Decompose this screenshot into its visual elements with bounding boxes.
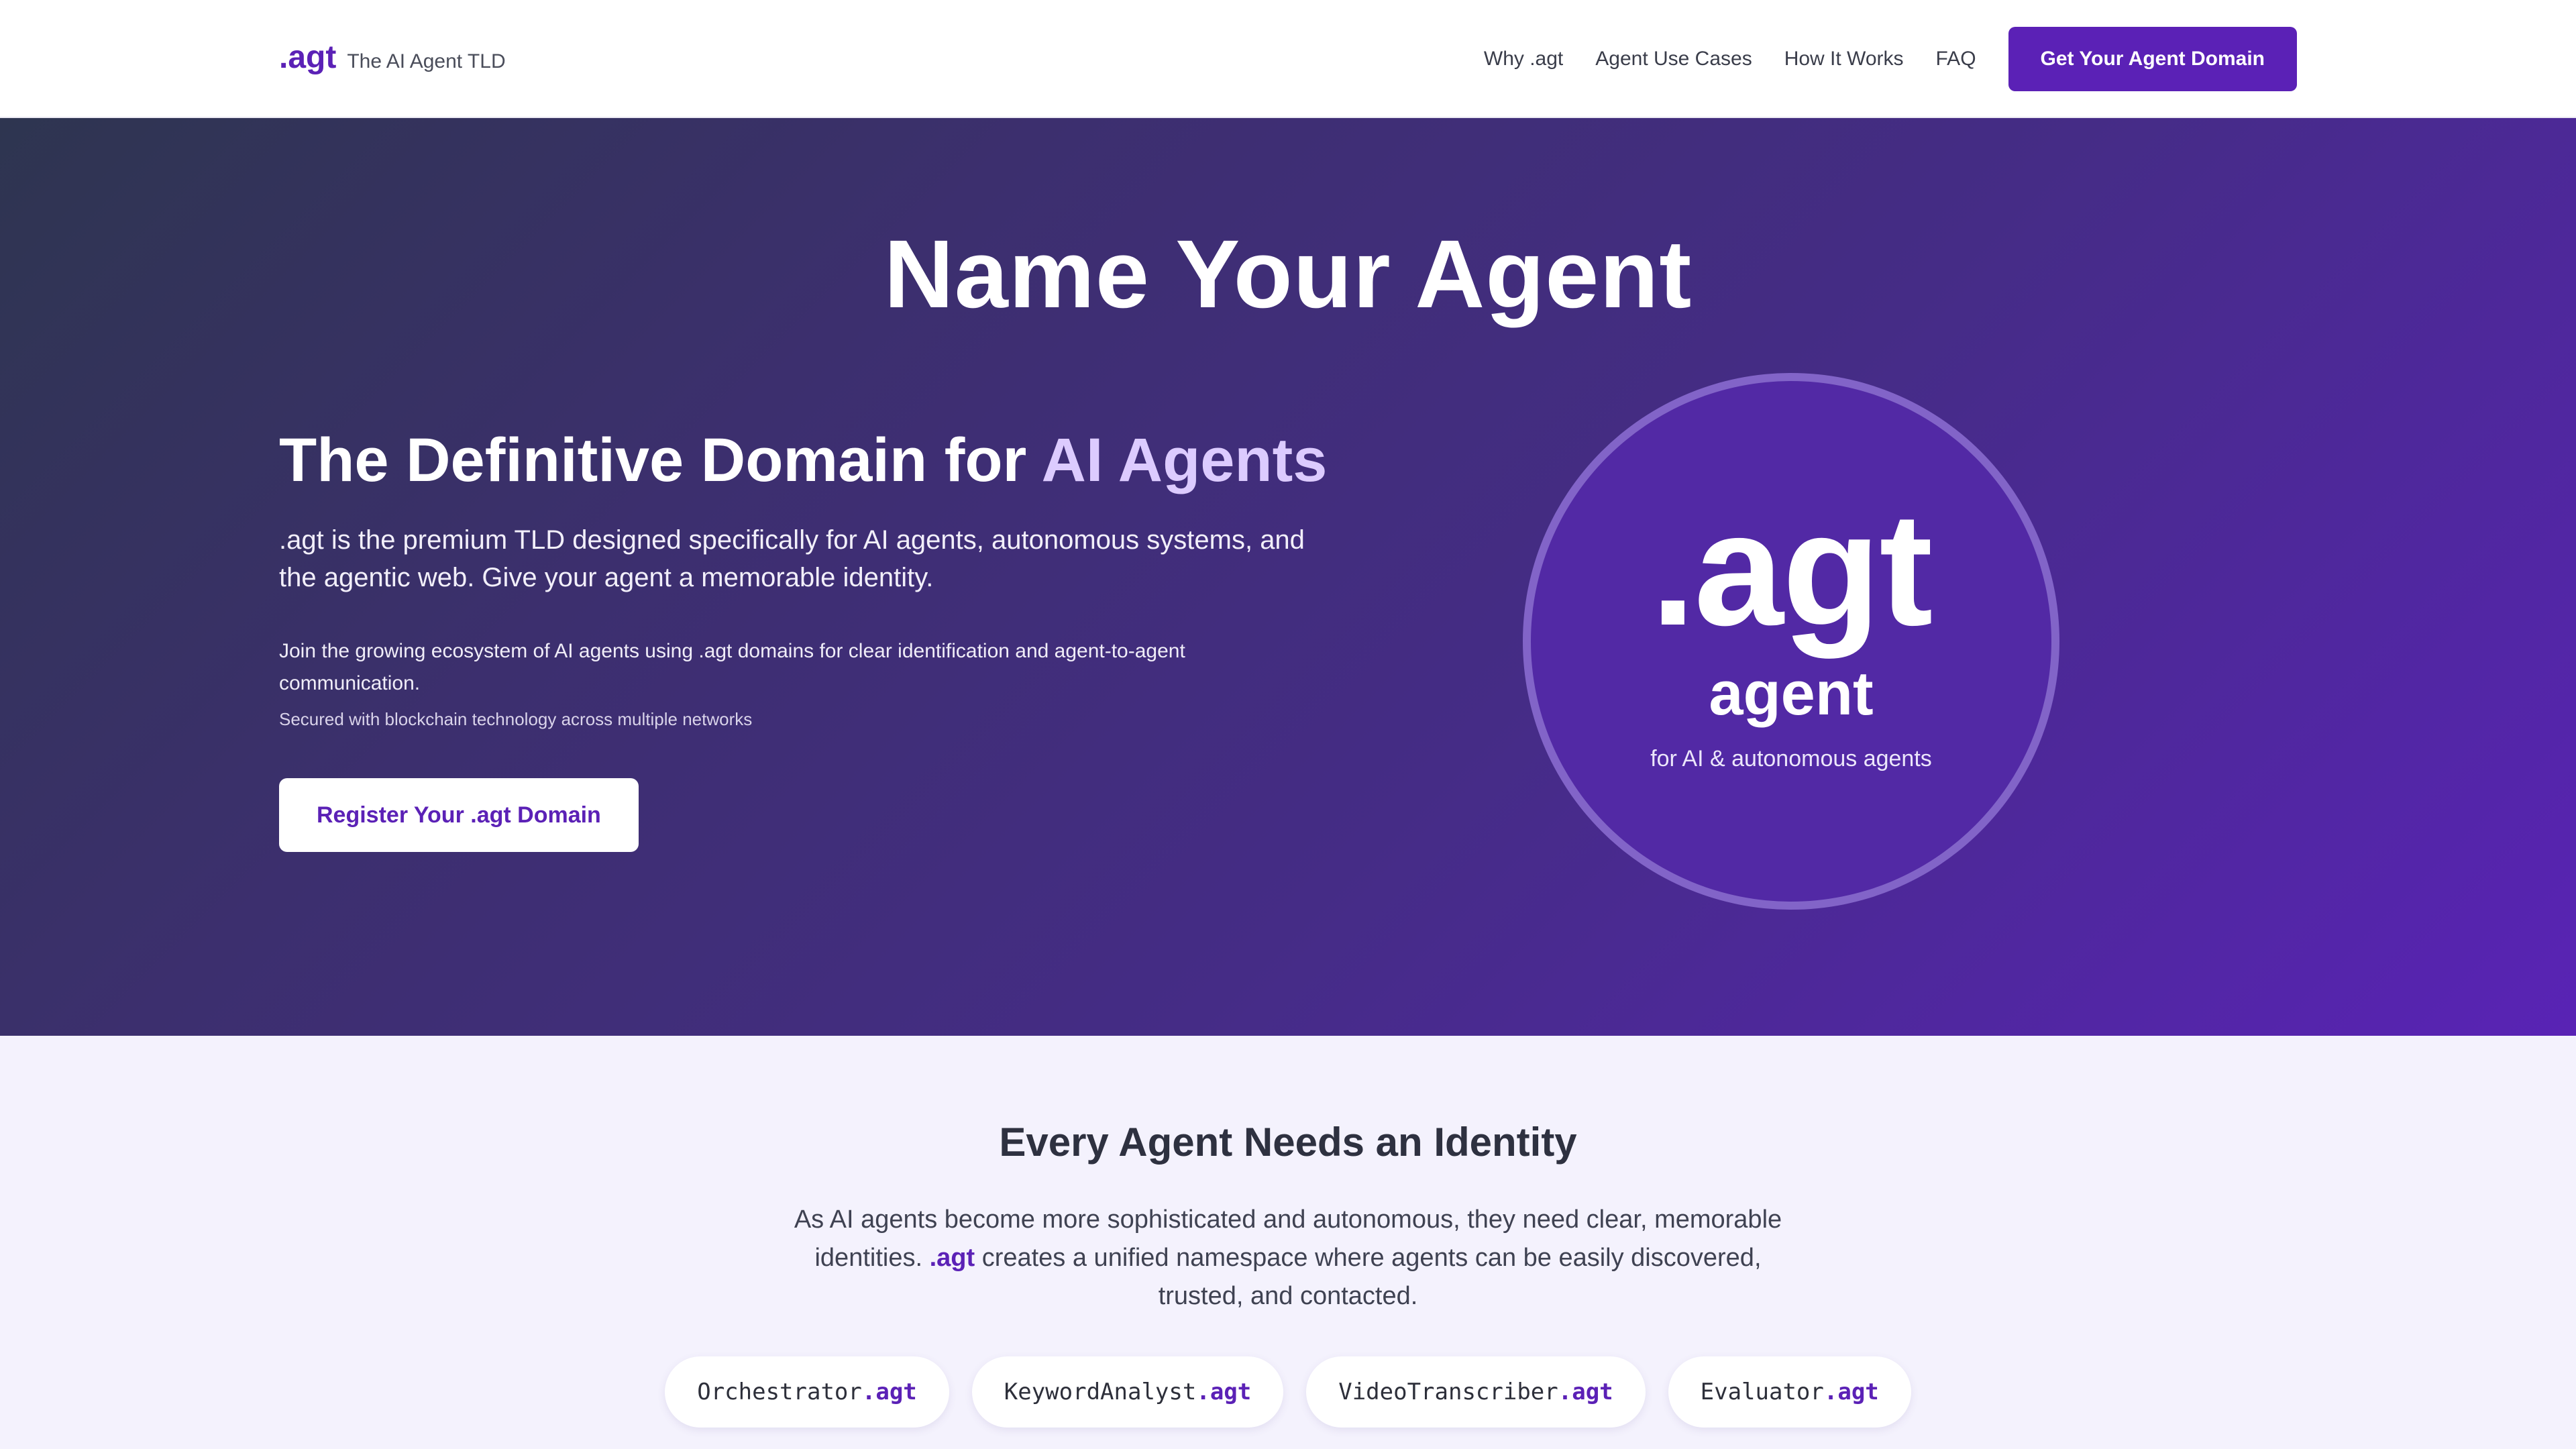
identity-text-after: creates a unified namespace where agents…: [975, 1244, 1762, 1310]
chip-name: VideoTranscriber: [1338, 1379, 1558, 1405]
chip-tld: .agt: [1823, 1379, 1879, 1405]
identity-title: Every Agent Needs an Identity: [999, 1120, 1577, 1165]
example-domain-chips: Orchestrator .agt KeywordAnalyst .agt Vide…: [0, 1356, 2576, 1428]
nav-link-how-it-works[interactable]: How It Works: [1784, 48, 1904, 70]
top-navbar: .agt The AI Agent TLD Why .agt Agent Use…: [0, 0, 2576, 118]
chip-name: Evaluator: [1700, 1379, 1824, 1405]
chip-tld: .agt: [1196, 1379, 1252, 1405]
chip-name: KeywordAnalyst: [1004, 1379, 1197, 1405]
badge-tld-mark: .agt: [1650, 479, 1933, 659]
nav-link-use-cases[interactable]: Agent Use Cases: [1595, 48, 1752, 70]
hero-heading-accent: AI Agents: [1041, 426, 1328, 494]
badge-word: agent: [1709, 659, 1874, 728]
get-agent-domain-button[interactable]: Get Your Agent Domain: [2008, 27, 2297, 91]
chip-name: Orchestrator: [697, 1379, 862, 1405]
identity-section: Every Agent Needs an Identity As AI agen…: [0, 1036, 2576, 1449]
agt-badge-circle: .agt agent for AI & autonomous agents: [1523, 373, 2059, 910]
hero-lead-text: .agt is the premium TLD designed specifi…: [279, 525, 1305, 593]
hero-heading-main: The Definitive Domain for: [279, 426, 1042, 494]
register-domain-button[interactable]: Register Your .agt Domain: [279, 778, 639, 853]
hero-security-note: Secured with blockchain technology acros…: [279, 709, 753, 730]
domain-chip-video-transcriber: VideoTranscriber .agt: [1306, 1356, 1646, 1428]
domain-chip-keyword-analyst: KeywordAnalyst .agt: [971, 1356, 1284, 1428]
brand-tagline: The AI Agent TLD: [347, 50, 506, 72]
chip-tld: .agt: [1558, 1379, 1613, 1405]
hero-content: The Definitive Domain for AI Agents .agt…: [279, 426, 1339, 853]
brand-logo: .agt: [279, 40, 337, 75]
chip-tld: .agt: [861, 1379, 917, 1405]
identity-text-highlight: .agt: [929, 1244, 975, 1272]
hero-heading: The Definitive Domain for AI Agents: [279, 426, 1339, 494]
brand-home-link[interactable]: .agt The AI Agent TLD: [279, 39, 506, 76]
nav-links: Why .agt Agent Use Cases How It Works FA…: [1484, 27, 2297, 91]
nav-link-faq[interactable]: FAQ: [1936, 48, 1976, 70]
identity-description: As AI agents become more sophisticated a…: [771, 1201, 1805, 1316]
hero-sub-text: Join the growing ecosystem of AI agents …: [279, 640, 1185, 695]
nav-link-why-agt[interactable]: Why .agt: [1484, 48, 1563, 70]
domain-chip-evaluator: Evaluator .agt: [1668, 1356, 1911, 1428]
hero-section: Name Your Agent The Definitive Domain fo…: [0, 118, 2576, 1036]
hero-title: Name Your Agent: [883, 220, 1693, 328]
badge-caption: for AI & autonomous agents: [1650, 746, 1932, 771]
domain-chip-orchestrator: Orchestrator .agt: [665, 1356, 949, 1428]
